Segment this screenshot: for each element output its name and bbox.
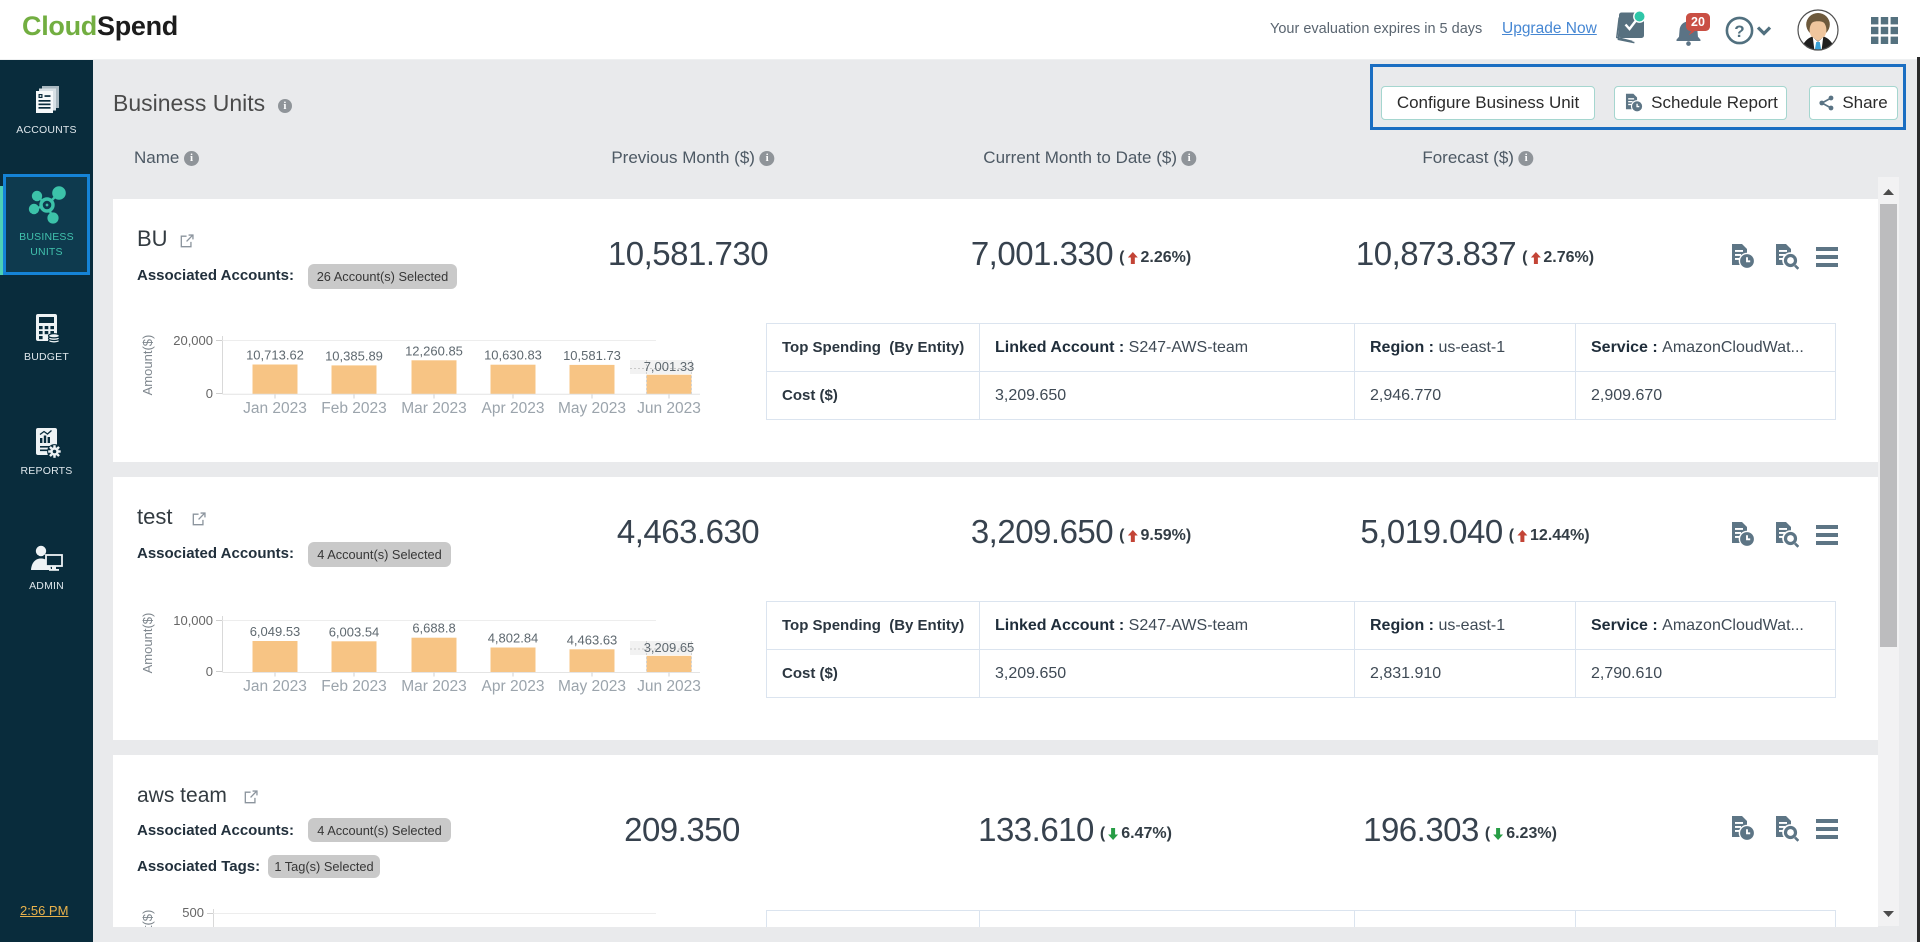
svg-text:?: ? (1734, 22, 1744, 41)
svg-text:Mar 2023: Mar 2023 (401, 678, 466, 695)
svg-text:10,581.73: 10,581.73 (563, 348, 621, 363)
svg-text:10,713.62: 10,713.62 (246, 348, 304, 363)
svg-text:10,000: 10,000 (173, 613, 213, 628)
svg-text:500: 500 (182, 905, 204, 920)
svg-text:Apr 2023: Apr 2023 (482, 400, 545, 417)
svg-text:Feb 2023: Feb 2023 (321, 400, 387, 417)
svg-text:May 2023: May 2023 (558, 678, 626, 695)
svg-text:7,001.33: 7,001.33 (644, 359, 695, 374)
svg-text:3,209.65: 3,209.65 (644, 640, 695, 655)
svg-text:6,003.54: 6,003.54 (329, 624, 380, 639)
svg-text:20: 20 (1691, 15, 1705, 29)
svg-text:6,049.53: 6,049.53 (250, 624, 301, 639)
svg-text:12,260.85: 12,260.85 (405, 343, 463, 358)
svg-text:4,463.63: 4,463.63 (567, 632, 618, 647)
svg-text:Jun 2023: Jun 2023 (637, 400, 701, 417)
svg-text:Amount($): Amount($) (140, 613, 155, 674)
svg-text:0: 0 (206, 386, 213, 401)
svg-text:May 2023: May 2023 (558, 400, 626, 417)
svg-text:Jan 2023: Jan 2023 (243, 678, 307, 695)
svg-text:Jan 2023: Jan 2023 (243, 400, 307, 417)
svg-text:Jun 2023: Jun 2023 (637, 678, 701, 695)
svg-text:20,000: 20,000 (173, 333, 213, 348)
svg-text:4,802.84: 4,802.84 (488, 631, 539, 646)
svg-text:10,385.89: 10,385.89 (325, 348, 383, 363)
svg-text:Feb 2023: Feb 2023 (321, 678, 387, 695)
svg-text:10,630.83: 10,630.83 (484, 348, 542, 363)
svg-text:Apr 2023: Apr 2023 (482, 678, 545, 695)
svg-text:6,688.8: 6,688.8 (412, 621, 455, 636)
svg-text:0: 0 (206, 664, 213, 679)
svg-text:Amount($): Amount($) (140, 335, 155, 396)
svg-text:Mar 2023: Mar 2023 (401, 400, 466, 417)
svg-text:Amount($): Amount($) (140, 910, 155, 927)
